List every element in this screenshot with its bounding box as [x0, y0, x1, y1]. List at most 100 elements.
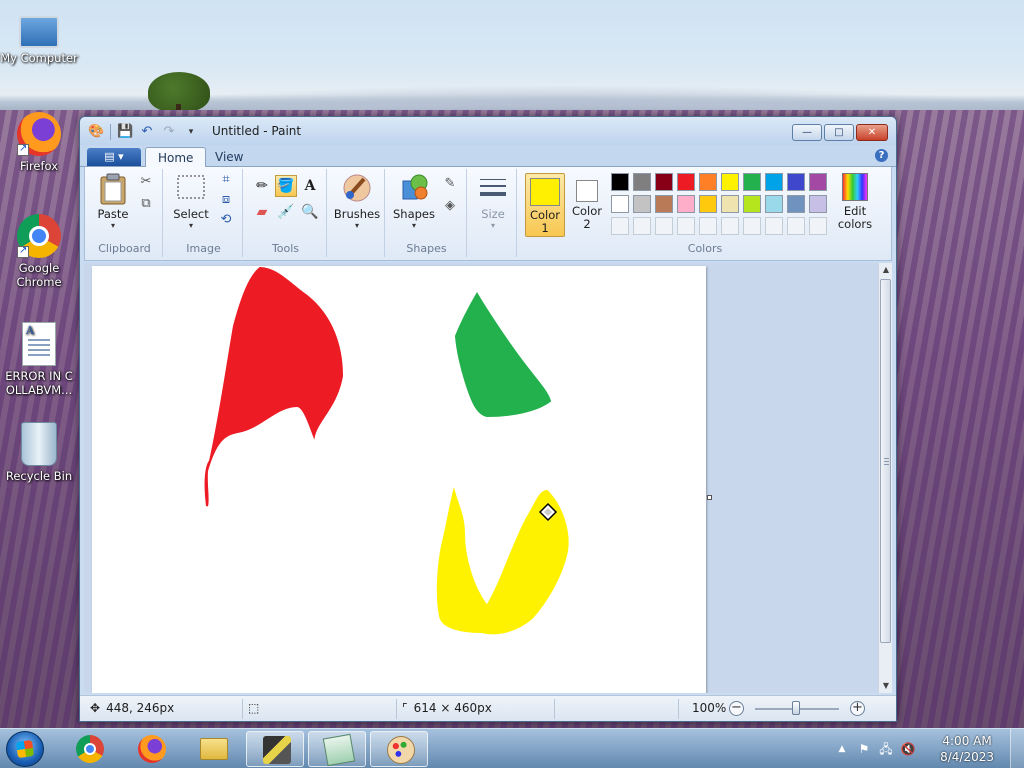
palette-swatch[interactable] [743, 195, 761, 213]
save-icon[interactable]: 💾 [117, 124, 133, 140]
desktop-icon-my-computer[interactable]: My Computer [0, 8, 78, 65]
taskbar-explorer[interactable] [184, 731, 242, 767]
palette-swatch[interactable] [611, 173, 629, 191]
customize-qat-icon[interactable]: ▾ [183, 124, 199, 140]
outline-icon[interactable]: ✎ [441, 175, 459, 193]
fill-icon[interactable]: 🪣 [275, 175, 297, 197]
scroll-down-icon[interactable]: ▼ [879, 679, 893, 693]
eraser-icon[interactable]: ▰ [251, 201, 273, 223]
palette-swatch[interactable] [677, 173, 695, 191]
chevron-down-icon: ▾ [490, 221, 495, 230]
palette-swatch-empty[interactable] [765, 217, 783, 235]
palette-swatch-empty[interactable] [655, 217, 673, 235]
taskbar-notepad[interactable] [308, 731, 366, 767]
firefox-icon [17, 112, 61, 156]
fill-style-icon[interactable]: ◈ [441, 197, 459, 215]
desktop-icon-recycle-bin[interactable]: Recycle Bin [0, 422, 78, 483]
start-button[interactable] [6, 731, 44, 767]
vertical-scrollbar[interactable]: ▲ ▼ [878, 263, 892, 693]
redo-icon[interactable]: ↷ [161, 124, 177, 140]
desktop-icon-chrome[interactable]: Google Chrome [0, 214, 78, 289]
palette-swatch[interactable] [765, 195, 783, 213]
edit-colors-button[interactable]: Edit colors [833, 173, 877, 231]
taskbar-app[interactable] [246, 731, 304, 767]
show-desktop-button[interactable] [1010, 729, 1024, 768]
palette-swatch-empty[interactable] [809, 217, 827, 235]
desktop-icon-firefox[interactable]: Firefox [0, 112, 78, 173]
drawing-canvas[interactable] [92, 266, 706, 693]
taskbar-firefox[interactable] [122, 731, 180, 767]
size-button[interactable]: Size ▾ [473, 173, 513, 231]
color1-button[interactable]: Color 1 [525, 173, 565, 237]
color-picker-icon[interactable]: 💉 [275, 201, 297, 223]
palette-swatch[interactable] [633, 195, 651, 213]
text-icon[interactable]: A [299, 175, 321, 197]
image-size-value: 614 × 460px [413, 701, 492, 715]
ribbon-tabs: ▤ ▾ Home View ? [80, 145, 896, 168]
desktop-icon-error-doc[interactable]: ERROR IN COLLABVM... [0, 322, 78, 397]
palette-swatch[interactable] [699, 173, 717, 191]
paint-app-icon[interactable]: 🎨 [88, 124, 104, 140]
palette-swatch[interactable] [655, 195, 673, 213]
palette-swatch[interactable] [743, 173, 761, 191]
clock[interactable]: 4:00 AM 8/4/2023 [940, 733, 994, 765]
select-button[interactable]: Select ▾ [171, 173, 211, 231]
palette-swatch[interactable] [699, 195, 717, 213]
palette-swatch[interactable] [787, 173, 805, 191]
tab-view[interactable]: View [203, 147, 255, 168]
clock-date: 8/4/2023 [940, 750, 994, 764]
palette-swatch[interactable] [655, 173, 673, 191]
close-button[interactable]: ✕ [856, 124, 888, 141]
paste-button[interactable]: Paste ▾ [93, 173, 133, 231]
pencil-icon[interactable]: ✏ [251, 175, 273, 197]
help-icon[interactable]: ? [875, 149, 888, 162]
palette-swatch[interactable] [677, 195, 695, 213]
palette-swatch-empty[interactable] [787, 217, 805, 235]
palette-swatch[interactable] [765, 173, 783, 191]
title-bar[interactable]: 🎨 💾 ↶ ↷ ▾ Untitled - Paint — □ ✕ [80, 117, 896, 145]
scroll-up-icon[interactable]: ▲ [879, 263, 893, 277]
palette-swatch-empty[interactable] [633, 217, 651, 235]
palette-swatch-empty[interactable] [721, 217, 739, 235]
resize-icon[interactable]: ⧈ [217, 191, 235, 209]
crop-icon[interactable]: ⌗ [217, 171, 235, 189]
canvas-resize-handle[interactable] [707, 495, 712, 500]
tab-home[interactable]: Home [145, 147, 207, 168]
volume-muted-icon[interactable]: 🔇 [900, 742, 916, 756]
network-icon[interactable]: 🖧 [878, 742, 894, 756]
palette-swatch[interactable] [809, 195, 827, 213]
palette-swatch[interactable] [611, 195, 629, 213]
palette-swatch-empty[interactable] [743, 217, 761, 235]
brushes-button[interactable]: Brushes ▾ [333, 173, 381, 231]
color2-button[interactable]: Color 2 [567, 173, 607, 237]
desktop-icon-label: ERROR IN COLLABVM... [5, 369, 73, 397]
zoom-out-icon[interactable]: − [729, 701, 744, 716]
palette-swatch-empty[interactable] [611, 217, 629, 235]
paint-window: 🎨 💾 ↶ ↷ ▾ Untitled - Paint — □ ✕ ▤ ▾ Hom… [79, 116, 897, 722]
palette-swatch-empty[interactable] [677, 217, 695, 235]
flag-alert-icon[interactable]: ⚑ [856, 742, 872, 756]
maximize-button[interactable]: □ [824, 124, 854, 141]
scrollbar-thumb[interactable] [880, 279, 891, 643]
palette-swatch[interactable] [633, 173, 651, 191]
palette-swatch-empty[interactable] [699, 217, 717, 235]
chevron-up-icon[interactable]: ▲ [834, 742, 850, 756]
palette-swatch[interactable] [721, 195, 739, 213]
taskbar-chrome[interactable] [60, 731, 118, 767]
shapes-button[interactable]: Shapes ▾ [391, 173, 437, 231]
taskbar-paint[interactable] [370, 731, 428, 767]
paint-menu-button[interactable]: ▤ ▾ [87, 148, 141, 166]
zoom-in-icon[interactable]: + [850, 701, 865, 716]
undo-icon[interactable]: ↶ [139, 124, 155, 140]
magnifier-icon[interactable]: 🔍 [299, 201, 321, 223]
palette-swatch[interactable] [787, 195, 805, 213]
paint-icon [387, 736, 415, 764]
rotate-icon[interactable]: ⟲ [217, 211, 235, 229]
zoom-slider-thumb[interactable] [792, 701, 800, 715]
cut-icon[interactable]: ✂ [137, 173, 155, 191]
copy-icon[interactable]: ⧉ [137, 195, 155, 213]
palette-swatch[interactable] [809, 173, 827, 191]
color2-label: Color 2 [571, 204, 603, 231]
palette-swatch[interactable] [721, 173, 739, 191]
minimize-button[interactable]: — [792, 124, 822, 141]
